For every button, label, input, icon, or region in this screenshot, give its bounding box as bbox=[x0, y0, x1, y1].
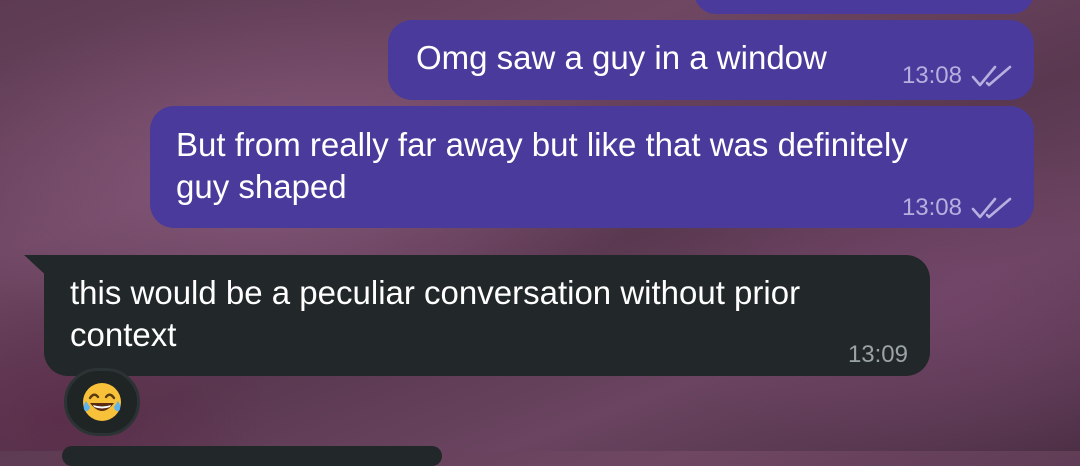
outgoing-message-bubble[interactable]: But from really far away but like that w… bbox=[150, 106, 1034, 228]
tears-of-joy-emoji-icon bbox=[83, 383, 121, 421]
next-message-bubble-edge bbox=[62, 446, 442, 466]
message-time: 13:08 bbox=[901, 62, 962, 89]
message-meta: 13:09 bbox=[848, 341, 908, 369]
read-double-check-icon bbox=[971, 65, 1012, 87]
message-meta: 13:08 bbox=[902, 62, 1014, 90]
reaction-badge[interactable] bbox=[64, 368, 140, 436]
message-time: 13:08 bbox=[901, 194, 962, 221]
incoming-message-bubble[interactable]: this would be a peculiar conversation wi… bbox=[44, 255, 930, 376]
message-text: But from really far away but like that w… bbox=[176, 126, 908, 205]
outgoing-message-bubble[interactable]: Omg saw a guy in a window 13:08 bbox=[388, 20, 1034, 100]
previous-outgoing-message-bubble[interactable] bbox=[694, 0, 1034, 14]
message-time: 13:09 bbox=[847, 341, 908, 368]
message-text: this would be a peculiar conversation wi… bbox=[70, 274, 801, 353]
read-double-check-icon bbox=[971, 197, 1012, 219]
message-text: Omg saw a guy in a window bbox=[416, 39, 827, 76]
message-meta: 13:08 bbox=[902, 194, 1014, 222]
